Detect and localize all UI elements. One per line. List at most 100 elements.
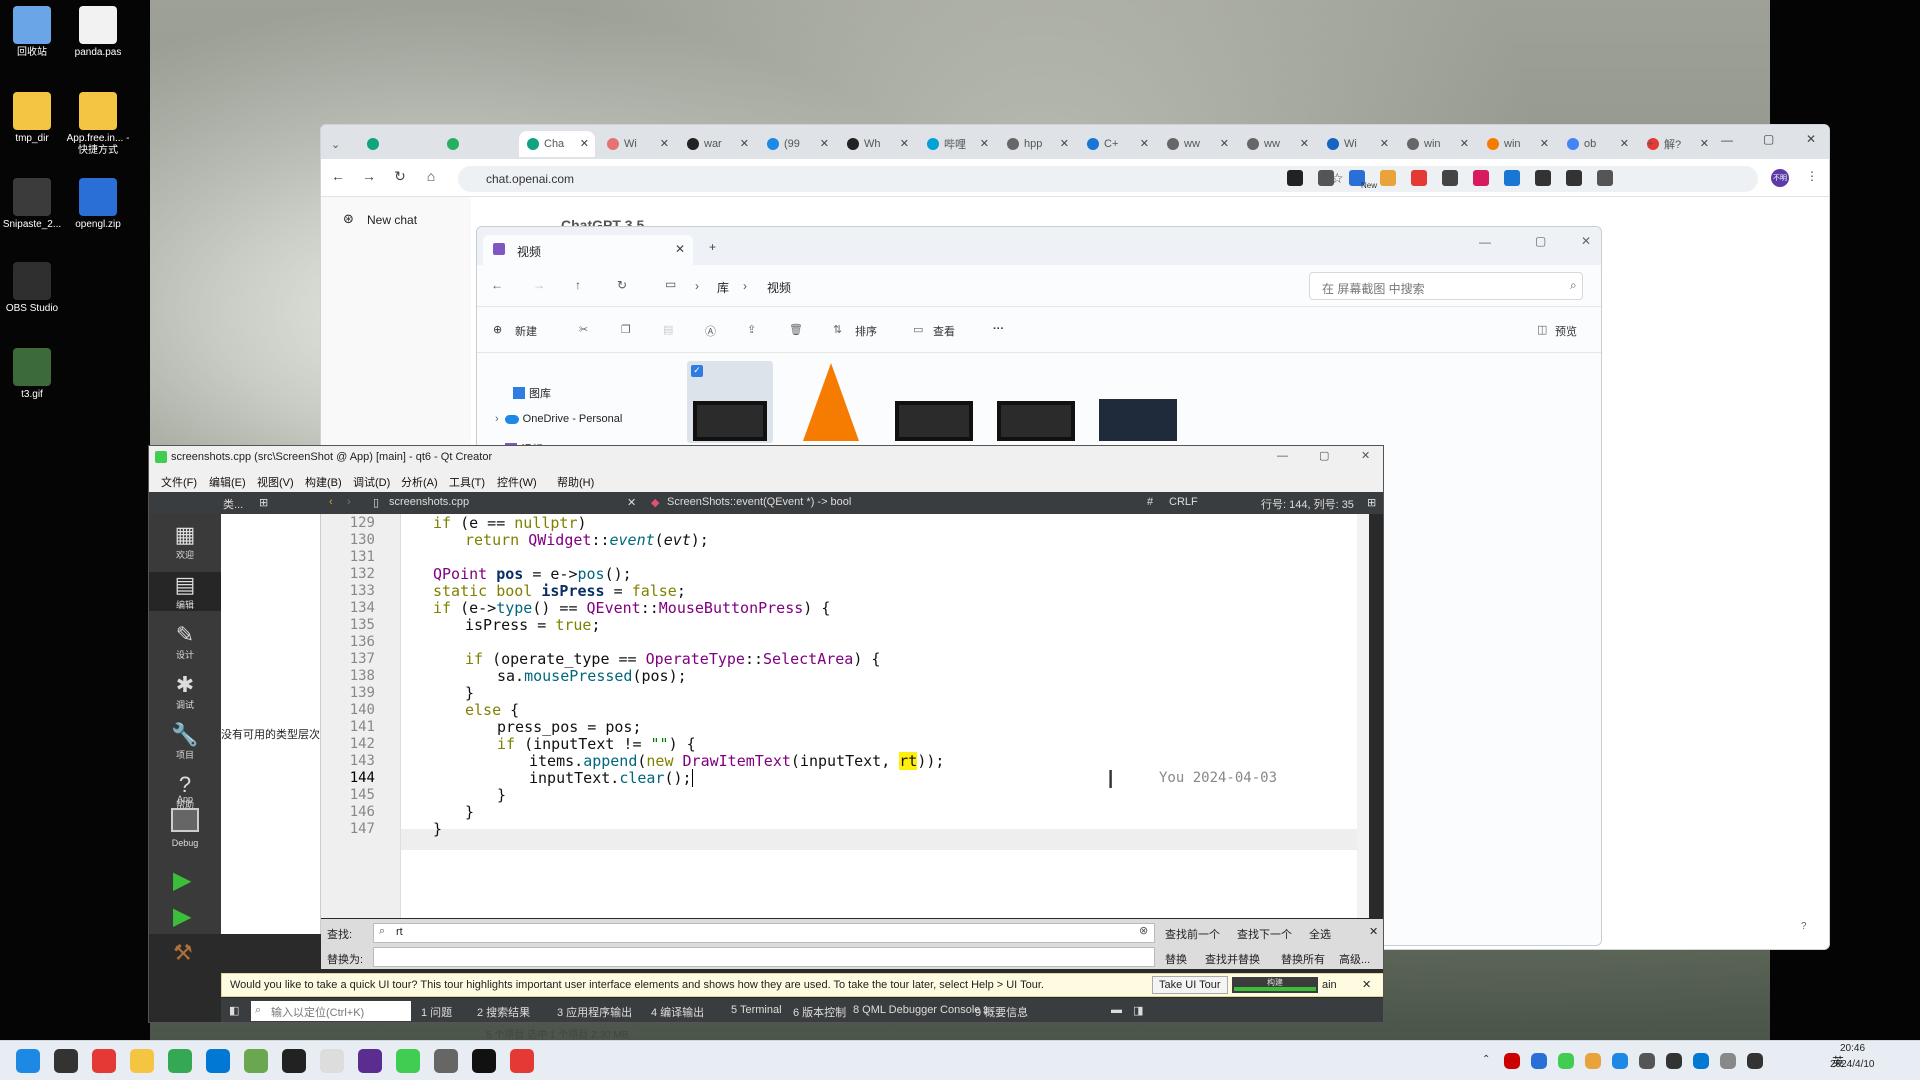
desktop-icon[interactable]: tmp_dir (0, 92, 67, 145)
add-tab-icon[interactable]: + (709, 240, 716, 254)
extension-icon[interactable] (1442, 170, 1458, 186)
close-tab-icon[interactable]: ✕ (1620, 137, 1629, 150)
output-pane-button[interactable]: 5 Terminal (731, 1004, 782, 1016)
minimize-icon[interactable]: — (1277, 450, 1288, 462)
back-icon[interactable]: ← (328, 168, 348, 184)
output-pane-button[interactable]: 8 QML Debugger Console (853, 1004, 980, 1016)
clock-date[interactable]: 2024/4/10 (1830, 1059, 1875, 1070)
forward-icon[interactable]: → (359, 168, 379, 184)
explorer-search-input[interactable]: 在 屏幕截图 中搜索 (1309, 272, 1583, 300)
browser-tab[interactable] (439, 131, 515, 157)
output-pane-button[interactable]: 6 版本控制 (793, 1004, 846, 1020)
desktop-icon[interactable]: opengl.zip (63, 178, 133, 231)
forward-icon[interactable]: → (533, 278, 545, 292)
maximize-icon[interactable]: ▢ (1535, 234, 1546, 248)
chrome-icon[interactable] (168, 1049, 192, 1073)
close-tab-icon[interactable]: ✕ (1060, 137, 1069, 150)
close-tab-icon[interactable]: ✕ (900, 137, 909, 150)
folder-icon[interactable] (130, 1049, 154, 1073)
close-file-icon[interactable]: ✕ (627, 496, 636, 509)
output-pane-button[interactable]: 3 应用程序输出 (557, 1004, 632, 1020)
nav-back-icon[interactable]: ‹ (329, 496, 333, 508)
mode-1[interactable]: ▤ 编辑 (149, 572, 221, 611)
browser-tab[interactable]: win ✕ (1399, 131, 1475, 157)
menu-item[interactable]: 帮助(H) (557, 474, 594, 490)
tray-icon[interactable] (1585, 1053, 1601, 1069)
output-pane-button[interactable]: 4 编译输出 (651, 1004, 704, 1020)
vlc-thumbnail[interactable] (789, 361, 875, 443)
desktop-icon[interactable]: App.free.in... - 快捷方式 (63, 92, 133, 157)
desktop-icon[interactable]: OBS Studio (0, 262, 67, 315)
more-button[interactable]: ··· (993, 323, 1004, 335)
explorer-tab[interactable]: 视频 ✕ (483, 235, 693, 265)
close-icon[interactable]: ✕ (1581, 234, 1591, 248)
paste-icon[interactable]: ▤ (663, 323, 673, 336)
help-icon[interactable]: ? (1801, 921, 1807, 932)
mode-3[interactable]: ✱ 调试 (149, 672, 221, 711)
close-icon[interactable]: ✕ (1806, 132, 1816, 146)
desktop-icon[interactable]: Snipaste_2... (0, 178, 67, 231)
preview-button[interactable]: 预览 (1555, 323, 1577, 339)
desktop-icon[interactable]: 回收站 (0, 6, 67, 59)
select-all-button[interactable]: 全选 (1309, 926, 1331, 942)
pane-menu-icon[interactable]: ⇕ (981, 1004, 990, 1017)
mode-2[interactable]: ✎ 设计 (149, 622, 221, 661)
mode-4[interactable]: 🔧 项目 (149, 722, 221, 761)
tray-overflow-icon[interactable]: ⌃ (1482, 1054, 1490, 1065)
url-field[interactable]: chat.openai.com (458, 166, 1758, 192)
close-tab-icon[interactable]: ✕ (1700, 137, 1709, 150)
new-button[interactable]: 新建 (515, 323, 537, 339)
nav-item-gallery[interactable]: 图库 (513, 385, 551, 401)
replace-find-button[interactable]: 查找并替换 (1205, 951, 1260, 967)
tray-icon[interactable] (1558, 1053, 1574, 1069)
toggle-sidebar-icon[interactable]: ◧ (229, 1004, 239, 1017)
file-thumbnail-selected[interactable]: ✓ (687, 361, 773, 443)
delete-icon[interactable]: 🗑 (789, 323, 803, 336)
browser-tab[interactable]: Wi ✕ (1319, 131, 1395, 157)
run-icon[interactable]: ▶ (173, 866, 191, 895)
browser-tab[interactable]: C+ ✕ (1079, 131, 1155, 157)
checkbox-icon[interactable]: ✓ (691, 365, 703, 377)
visual-studio-icon[interactable] (358, 1049, 382, 1073)
rename-icon[interactable]: Ⓐ (705, 323, 716, 339)
split-icon[interactable]: ⊞ (259, 496, 268, 509)
mode-0[interactable]: ▦ 欢迎 (149, 522, 221, 561)
view-button[interactable]: 查看 (933, 323, 955, 339)
profile-avatar[interactable]: 不明 (1771, 169, 1789, 187)
extension-icon[interactable] (1411, 170, 1427, 186)
extension-icon[interactable] (1535, 170, 1551, 186)
close-tab-icon[interactable]: ✕ (1460, 137, 1469, 150)
app-icon[interactable] (244, 1049, 268, 1073)
home-icon[interactable]: ⌂ (421, 168, 441, 184)
app-icon[interactable] (510, 1049, 534, 1073)
browser-tab[interactable]: Wi ✕ (599, 131, 675, 157)
close-tab-icon[interactable]: ✕ (1300, 137, 1309, 150)
menu-item[interactable]: 调试(D) (353, 474, 390, 490)
maximize-icon[interactable]: ▢ (1763, 132, 1774, 146)
browser-tab[interactable]: 哔哩 ✕ (919, 131, 995, 157)
file-thumbnail[interactable] (1095, 361, 1181, 443)
browser-tab[interactable]: ww ✕ (1239, 131, 1315, 157)
debug-run-icon[interactable]: ▶ (173, 902, 191, 931)
minimize-icon[interactable]: — (1721, 133, 1733, 147)
monitor-icon[interactable] (171, 808, 199, 832)
desktop-icon[interactable]: t3.gif (0, 348, 67, 401)
find-input[interactable]: rt (373, 923, 1155, 943)
extension-icon[interactable] (1597, 170, 1613, 186)
menu-item[interactable]: 编辑(E) (209, 474, 246, 490)
browser-tab[interactable] (359, 131, 435, 157)
mode-5[interactable]: ? 帮助 (149, 772, 221, 811)
open-file-dropdown[interactable]: screenshots.cpp (389, 496, 469, 508)
terminal-icon[interactable] (282, 1049, 306, 1073)
output-pane-button[interactable]: 1 问题 (421, 1004, 452, 1020)
class-view-label[interactable]: 类... (223, 496, 243, 512)
menu-item[interactable]: 控件(W) (497, 474, 537, 490)
minimize-icon[interactable]: — (1479, 235, 1491, 249)
browser-tab[interactable]: ob ✕ (1559, 131, 1635, 157)
tray-icon[interactable] (1612, 1053, 1628, 1069)
new-tab-button[interactable]: + (1639, 131, 1659, 157)
tab-search-button[interactable]: ⌄ (327, 131, 349, 157)
sort-button[interactable]: 排序 (855, 323, 877, 339)
find-previous-button[interactable]: 查找前一个 (1165, 926, 1220, 942)
menu-icon[interactable]: ⋮ (1806, 169, 1818, 183)
